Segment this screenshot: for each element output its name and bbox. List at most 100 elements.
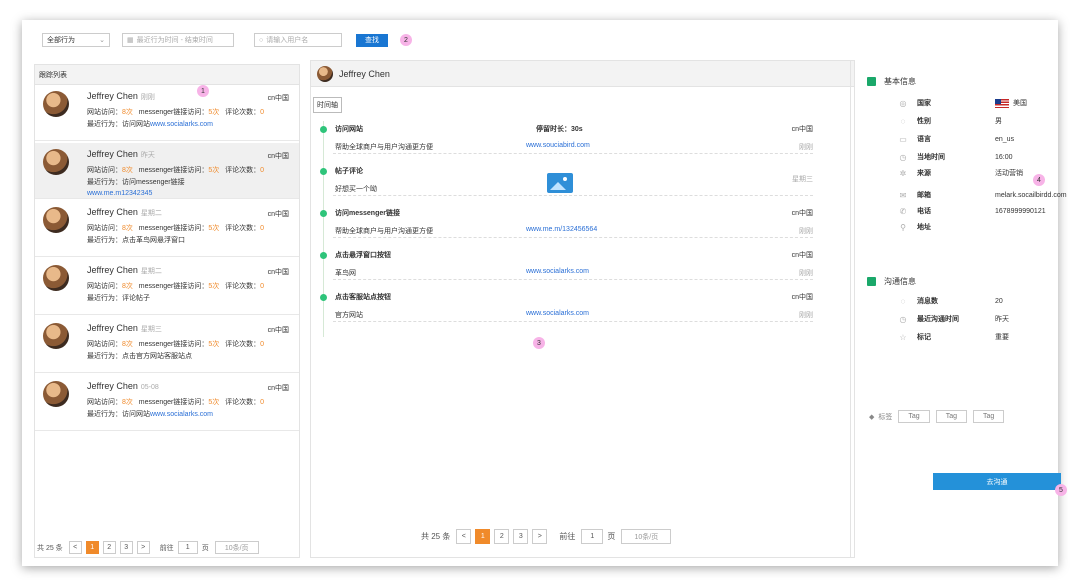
comments-count: 0 [260, 341, 265, 348]
list-item[interactable]: Jeffrey Chen 星期二 cn中国 网站访问：8次 messenger链接… [35, 259, 299, 315]
event-link[interactable]: www.socialarks.com [526, 310, 589, 317]
search-placeholder: 请输入用户名 [266, 37, 309, 44]
left-pager-prev[interactable]: < [68, 541, 82, 554]
info-key: 当地时间 [917, 154, 945, 161]
user-name: Jeffrey Chen 05-08 [87, 381, 159, 391]
chat-icon [867, 277, 876, 286]
contact-info-title: 沟通信息 [884, 277, 916, 286]
tag-chip[interactable]: Tag [898, 410, 930, 423]
timeline-event: 访问messenger链接 帮助全球商户与用户沟通更方便 www.me.m/13… [311, 203, 831, 243]
recent-extra[interactable]: www.me.m12342345 [87, 190, 152, 197]
visits-count: 8次 [122, 109, 133, 116]
list-item[interactable]: Jeffrey Chen 星期三 cn中国 网站访问：8次 messenger链接… [35, 317, 299, 373]
info-row: ⚲ 地址 [897, 222, 995, 232]
username-search-input[interactable]: ○ 请输入用户名 [254, 33, 342, 47]
mid-pager-page-2[interactable]: 2 [494, 529, 510, 544]
timeline-panel: Jeffrey Chen 时间轴 访问网站 停留时长：30s 帮助全球商户与用户… [310, 60, 855, 558]
event-link[interactable]: www.me.m/132456564 [526, 226, 597, 233]
info-key: 国家 [917, 100, 931, 107]
recent-line: 最近行为：点击官方网站客服站点 [87, 351, 192, 361]
mid-pager-page-3[interactable]: 3 [513, 529, 529, 544]
tab-timeline[interactable]: 时间轴 [313, 97, 342, 113]
image-thumbnail-icon[interactable] [547, 173, 573, 193]
user-name-text: Jeffrey Chen [87, 323, 138, 333]
stats-line: 网站访问：8次 messenger链接访问：5次 评论次数：0 [87, 339, 264, 349]
comments-count: 0 [260, 167, 265, 174]
search-button[interactable]: 查找 [356, 33, 388, 47]
country-label: cn中国 [267, 327, 289, 334]
list-item[interactable]: Jeffrey Chen 刚刚 cn中国 网站访问：8次 messenger链接访… [35, 85, 299, 141]
mid-pager-size-select[interactable]: 10条/页 [621, 529, 672, 544]
contact-value: 20 [995, 297, 1003, 305]
event-link[interactable]: www.souciabird.com [526, 142, 590, 149]
messenger-count: 5次 [208, 399, 220, 406]
recent-label: 最近行为： [87, 353, 122, 360]
event-title: 帖子评论 [335, 168, 363, 175]
time-label: 星期二 [140, 210, 162, 217]
date-range-placeholder: 最近行为时间 - 结束时间 [136, 37, 213, 44]
star-icon: ☆ [899, 332, 907, 342]
recent-label: 最近行为： [87, 179, 122, 186]
mid-pager-prev[interactable]: < [456, 529, 472, 544]
left-pager-goto-input[interactable]: 1 [177, 541, 198, 554]
timeline-event: 点击悬浮窗口按钮 革鸟网 www.socialarks.com cn中国 刚刚 [311, 245, 831, 285]
time-label: 星期二 [140, 268, 162, 275]
event-country: cn中国 [791, 210, 813, 217]
tag-chip[interactable]: Tag [935, 410, 967, 423]
date-range-input[interactable]: ▦ 最近行为时间 - 结束时间 [122, 33, 234, 47]
event-time: 刚刚 [799, 312, 813, 319]
event-desc: 革鸟网 [335, 270, 356, 277]
info-row: ✆ 电话 1678999990121 [897, 206, 1046, 216]
event-link[interactable]: www.socialarks.com [526, 268, 589, 275]
info-key: 语言 [917, 136, 931, 143]
info-key: 性别 [917, 118, 931, 125]
visits-count: 8次 [122, 167, 133, 174]
list-item[interactable]: Jeffrey Chen 星期二 cn中国 网站访问：8次 messenger链接… [35, 201, 299, 257]
comments-count: 0 [260, 399, 265, 406]
comments-count: 0 [260, 283, 265, 290]
info-key: 地址 [917, 224, 931, 231]
timeline-header: Jeffrey Chen [311, 61, 854, 87]
left-pager-next[interactable]: > [136, 541, 150, 554]
recent-link[interactable]: www.socialarks.com [150, 121, 213, 128]
messenger-count: 5次 [208, 283, 220, 290]
left-pager-size-select[interactable]: 10条/页 [214, 541, 259, 554]
behavior-select[interactable]: 全部行为 ⌄ [42, 33, 110, 47]
user-name-text: Jeffrey Chen [87, 265, 138, 275]
recent-line: 最近行为：访问网站www.socialarks.com [87, 119, 213, 129]
visits-label: 网站访问： [87, 283, 122, 290]
left-pager-page-1[interactable]: 1 [85, 541, 99, 554]
message-icon: ◌ [900, 296, 906, 306]
mid-pager-next[interactable]: > [532, 529, 548, 544]
list-item[interactable]: Jeffrey Chen 昨天 cn中国 网站访问：8次 messenger链接访… [35, 143, 299, 199]
divider [333, 279, 813, 280]
left-pager-page-3[interactable]: 3 [119, 541, 133, 554]
event-desc: 帮助全球商户与用户沟通更方便 [335, 228, 433, 235]
visits-label: 网站访问： [87, 399, 122, 406]
start-chat-button[interactable]: 去沟通 [933, 473, 1061, 490]
info-row: ◷ 当地时间 16:00 [897, 152, 1013, 162]
visits-label: 网站访问： [87, 341, 122, 348]
event-country: cn中国 [791, 126, 813, 133]
info-row: ◌ 性别 男 [897, 116, 1002, 126]
country-label: cn中国 [267, 153, 289, 160]
recent-label: 最近行为： [87, 237, 122, 244]
timeline-event: 点击客服站点按钮 官方网站 www.socialarks.com cn中国 刚刚 [311, 287, 831, 327]
divider [333, 195, 813, 196]
recent-action: 点击革鸟网悬浮窗口 [122, 237, 185, 244]
messenger-count: 5次 [208, 225, 220, 232]
info-value: melark.socailbirdd.com [995, 191, 1067, 199]
left-pager-page-2[interactable]: 2 [102, 541, 116, 554]
mail-icon: ✉ [899, 190, 907, 200]
recent-line: 最近行为：访问网站www.socialarks.com [87, 409, 213, 419]
time-label: 星期三 [140, 326, 162, 333]
mid-pager-goto-input[interactable]: 1 [581, 529, 604, 544]
list-item[interactable]: Jeffrey Chen 05-08 cn中国 网站访问：8次 messenger… [35, 375, 299, 431]
messenger-label: messenger链接访问： [138, 341, 209, 348]
tag-chip[interactable]: Tag [972, 410, 1005, 423]
mid-pager-page-1[interactable]: 1 [475, 529, 491, 544]
gender-icon: ◌ [900, 116, 906, 126]
recent-link[interactable]: www.socialarks.com [150, 411, 213, 418]
messenger-count: 5次 [208, 167, 220, 174]
left-pager-page-unit: 页 [201, 544, 209, 552]
